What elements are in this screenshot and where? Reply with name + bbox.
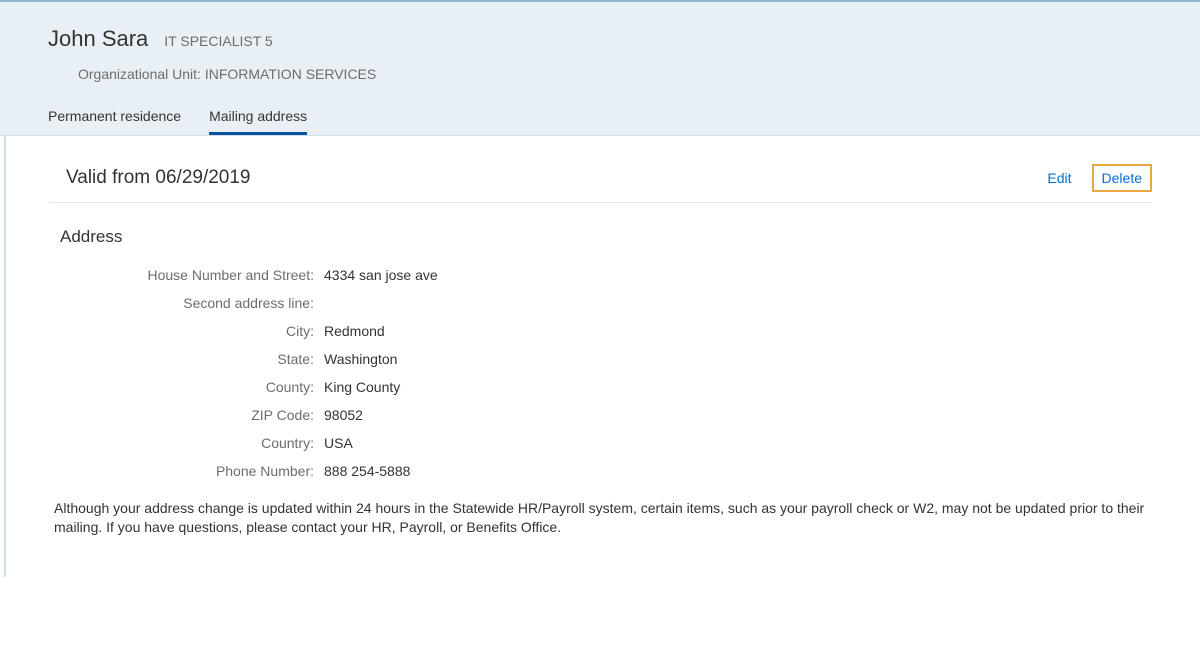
field-label-state: State: — [6, 351, 324, 367]
field-label-phone: Phone Number: — [6, 463, 324, 479]
field-value-state: Washington — [324, 351, 397, 367]
field-value-country: USA — [324, 435, 353, 451]
org-unit-row: Organizational Unit: INFORMATION SERVICE… — [0, 66, 1200, 82]
header-region: John Sara IT SPECIALIST 5 Organizational… — [0, 0, 1200, 136]
field-row-second-line: Second address line: — [6, 289, 1196, 317]
field-row-county: County: King County — [6, 373, 1196, 401]
valid-from-label: Valid from — [66, 167, 150, 188]
tab-permanent-residence[interactable]: Permanent residence — [48, 108, 181, 135]
valid-from-title: Valid from 06/29/2019 — [66, 167, 251, 189]
org-unit-value: INFORMATION SERVICES — [205, 66, 376, 82]
field-row-city: City: Redmond — [6, 317, 1196, 345]
field-value-city: Redmond — [324, 323, 385, 339]
org-unit-label: Organizational Unit: — [78, 66, 201, 82]
person-name: John Sara — [48, 26, 148, 52]
field-value-zip: 98052 — [324, 407, 363, 423]
footer-note: Although your address change is updated … — [6, 485, 1196, 537]
field-label-zip: ZIP Code: — [6, 407, 324, 423]
field-label-house: House Number and Street: — [6, 267, 324, 283]
section-title-address: Address — [6, 203, 1196, 261]
field-row-country: Country: USA — [6, 429, 1196, 457]
field-row-phone: Phone Number: 888 254-5888 — [6, 457, 1196, 485]
delete-button[interactable]: Delete — [1092, 164, 1152, 192]
address-fields: House Number and Street: 4334 san jose a… — [6, 261, 1196, 485]
job-title: IT SPECIALIST 5 — [164, 33, 272, 49]
field-value-phone: 888 254-5888 — [324, 463, 410, 479]
field-row-house: House Number and Street: 4334 san jose a… — [6, 261, 1196, 289]
field-label-city: City: — [6, 323, 324, 339]
field-row-zip: ZIP Code: 98052 — [6, 401, 1196, 429]
title-row: Valid from 06/29/2019 Edit Delete — [6, 136, 1196, 202]
tab-mailing-address[interactable]: Mailing address — [209, 108, 307, 135]
field-label-county: County: — [6, 379, 324, 395]
field-value-house: 4334 san jose ave — [324, 267, 438, 283]
title-actions: Edit Delete — [1041, 164, 1152, 192]
tabs: Permanent residence Mailing address — [0, 108, 1200, 135]
edit-button[interactable]: Edit — [1041, 166, 1077, 190]
field-row-state: State: Washington — [6, 345, 1196, 373]
field-label-country: Country: — [6, 435, 324, 451]
field-label-second-line: Second address line: — [6, 295, 324, 311]
field-value-county: King County — [324, 379, 400, 395]
content-wrap: Valid from 06/29/2019 Edit Delete Addres… — [4, 136, 1196, 577]
name-row: John Sara IT SPECIALIST 5 — [0, 26, 1200, 52]
valid-from-date: 06/29/2019 — [155, 167, 250, 188]
